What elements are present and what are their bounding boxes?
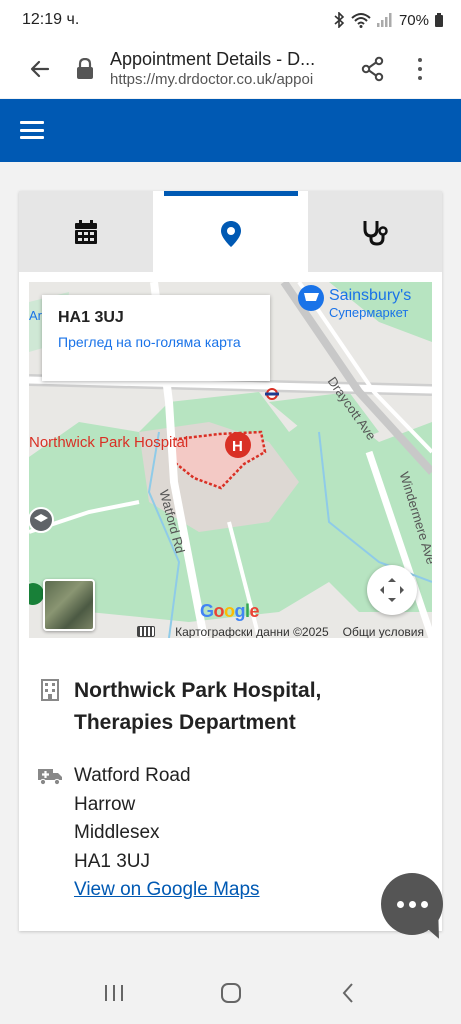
place-row bbox=[37, 679, 63, 705]
bluetooth-icon bbox=[334, 12, 345, 28]
chat-button[interactable] bbox=[381, 873, 443, 935]
fullscreen-icon bbox=[380, 578, 404, 602]
wifi-icon bbox=[351, 13, 371, 28]
map-info-box: HA1 3UJ Преглед на по-голяма карта bbox=[42, 295, 270, 381]
map-terms-link[interactable]: Общи условия bbox=[343, 625, 424, 639]
system-navigation-bar bbox=[0, 962, 461, 1024]
keyboard-icon[interactable] bbox=[137, 626, 156, 637]
page-title: Appointment Details - D... bbox=[110, 49, 316, 69]
map-label-supermarket: Супермаркет bbox=[329, 305, 409, 320]
map-label-hospital: Northwick Park Hospital bbox=[29, 434, 189, 451]
calendar-icon bbox=[75, 219, 97, 244]
battery-percent: 70% bbox=[398, 11, 429, 29]
svg-text:H: H bbox=[232, 438, 243, 455]
building-icon bbox=[37, 679, 63, 705]
view-on-google-maps-link[interactable]: View on Google Maps bbox=[74, 876, 260, 905]
address-row bbox=[37, 767, 63, 793]
share-icon[interactable] bbox=[360, 56, 386, 82]
map-postcode: HA1 3UJ bbox=[58, 309, 124, 326]
address-line: Watford Road bbox=[74, 765, 191, 786]
appointment-card: H Sainsbury's Супермаркет Ar Northwick P… bbox=[19, 191, 442, 931]
home-icon[interactable] bbox=[216, 978, 246, 1008]
map-embed[interactable]: H Sainsbury's Супермаркет Ar Northwick P… bbox=[29, 282, 432, 638]
tab-clinical[interactable] bbox=[308, 191, 442, 272]
map-label-fragment: Ar bbox=[29, 308, 42, 323]
hamburger-menu-icon[interactable] bbox=[20, 121, 44, 139]
battery-icon bbox=[435, 13, 443, 27]
tab-location[interactable] bbox=[163, 191, 298, 272]
system-back-icon[interactable] bbox=[333, 978, 363, 1008]
stethoscope-icon bbox=[363, 220, 388, 246]
url-text: https://my.drdoctor.co.uk/appoi bbox=[110, 71, 314, 88]
address-bar[interactable]: Appointment Details - D... https://my.dr… bbox=[110, 48, 350, 90]
map-attribution-bar: Картографски данни ©2025 Общи условия bbox=[29, 625, 432, 638]
map-attribution: Картографски данни ©2025 bbox=[175, 624, 329, 639]
fullscreen-button[interactable] bbox=[367, 565, 417, 615]
tab-bar bbox=[19, 191, 442, 272]
address-line: Middlesex bbox=[74, 822, 160, 843]
signal-icon bbox=[376, 13, 392, 27]
larger-map-link[interactable]: Преглед на по-голяма карта bbox=[58, 333, 254, 351]
back-arrow-icon[interactable] bbox=[26, 55, 54, 83]
address-line: Harrow bbox=[74, 793, 136, 815]
place-name: Northwick Park Hospital, Therapies Depar… bbox=[74, 679, 322, 734]
status-bar: 12:19 ч. 70% bbox=[0, 0, 461, 40]
lock-icon[interactable] bbox=[74, 58, 96, 80]
recent-apps-icon[interactable] bbox=[99, 978, 129, 1008]
location-pin-icon bbox=[220, 221, 241, 247]
satellite-toggle[interactable] bbox=[43, 579, 95, 631]
map-label-sainsburys: Sainsbury's bbox=[329, 287, 412, 304]
browser-toolbar: Appointment Details - D... https://my.dr… bbox=[0, 40, 461, 98]
app-header bbox=[0, 99, 461, 162]
more-options-icon[interactable] bbox=[410, 54, 430, 84]
status-time: 12:19 ч. bbox=[22, 11, 80, 28]
address-block: Watford Road Harrow Middlesex HA1 3UJ Vi… bbox=[74, 762, 260, 905]
status-icons: 70% bbox=[333, 12, 443, 29]
tab-calendar[interactable] bbox=[19, 191, 153, 272]
google-logo: Google bbox=[200, 601, 260, 621]
address-line: HA1 3UJ bbox=[74, 850, 151, 872]
ambulance-icon bbox=[37, 767, 63, 793]
